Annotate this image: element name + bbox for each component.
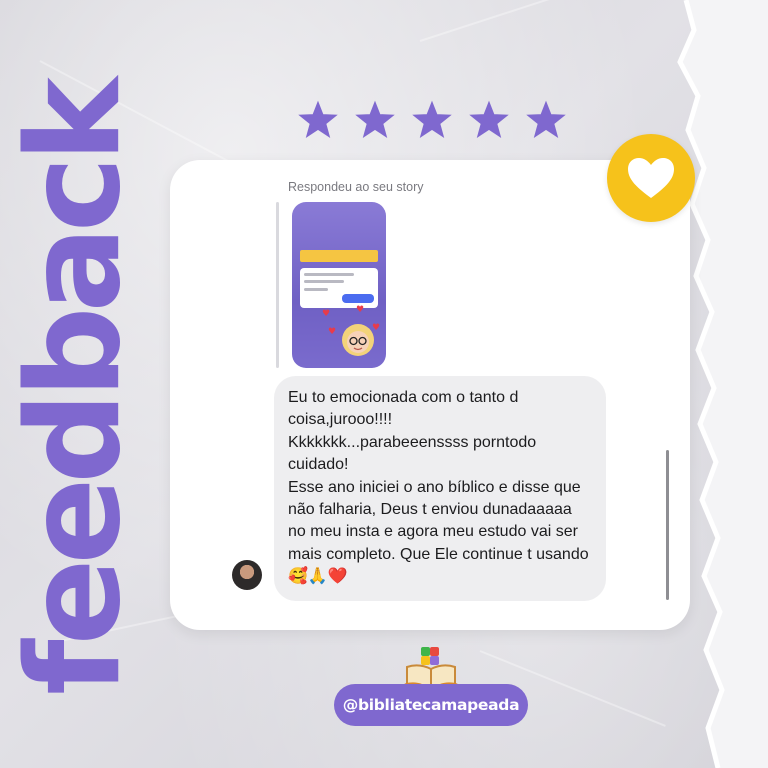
instagram-handle-badge[interactable]: @bibliatecamapeada	[334, 684, 528, 726]
star-icon	[469, 100, 509, 138]
reply-caption: Respondeu ao seu story	[288, 180, 424, 194]
message-scrollbar[interactable]	[666, 450, 669, 600]
heart-badge	[607, 134, 695, 222]
thumb-text-line	[304, 288, 328, 291]
story-thumbnail-bubble	[342, 294, 374, 303]
star-icon	[355, 100, 395, 138]
star-icon	[412, 100, 452, 138]
thumb-text-line	[304, 280, 344, 283]
star-rating	[298, 100, 566, 140]
message-card: Respondeu ao seu story ♥ ♥ ♥ ♥ Eu to emo…	[170, 160, 690, 630]
instagram-handle: @bibliatecamapeada	[342, 696, 520, 714]
heart-icon	[628, 158, 674, 198]
star-icon	[298, 100, 338, 138]
sender-avatar[interactable]	[232, 560, 262, 590]
story-thumbnail-banner	[300, 250, 378, 262]
reply-quote-rule	[276, 202, 279, 368]
message-line: Eu to emocionada com o tanto d coisa,jur…	[288, 389, 519, 429]
thumb-heart-icon: ♥	[322, 309, 331, 319]
message-line: Kkkkkkk...parabeeenssss porntodo cuidado…	[288, 433, 537, 474]
thumb-text-line	[304, 273, 354, 276]
feedback-vertical-title: feedback	[0, 83, 149, 695]
message-line: Esse ano iniciei o ano bíblico e disse q…	[288, 478, 589, 586]
story-thumbnail[interactable]: ♥ ♥ ♥ ♥	[292, 202, 386, 368]
message-bubble: Eu to emocionada com o tanto d coisa,jur…	[274, 376, 606, 601]
thumb-heart-icon: ♥	[372, 323, 381, 333]
thumb-heart-icon: ♥	[356, 305, 365, 315]
star-icon	[526, 100, 566, 138]
thumb-heart-icon: ♥	[328, 327, 337, 337]
